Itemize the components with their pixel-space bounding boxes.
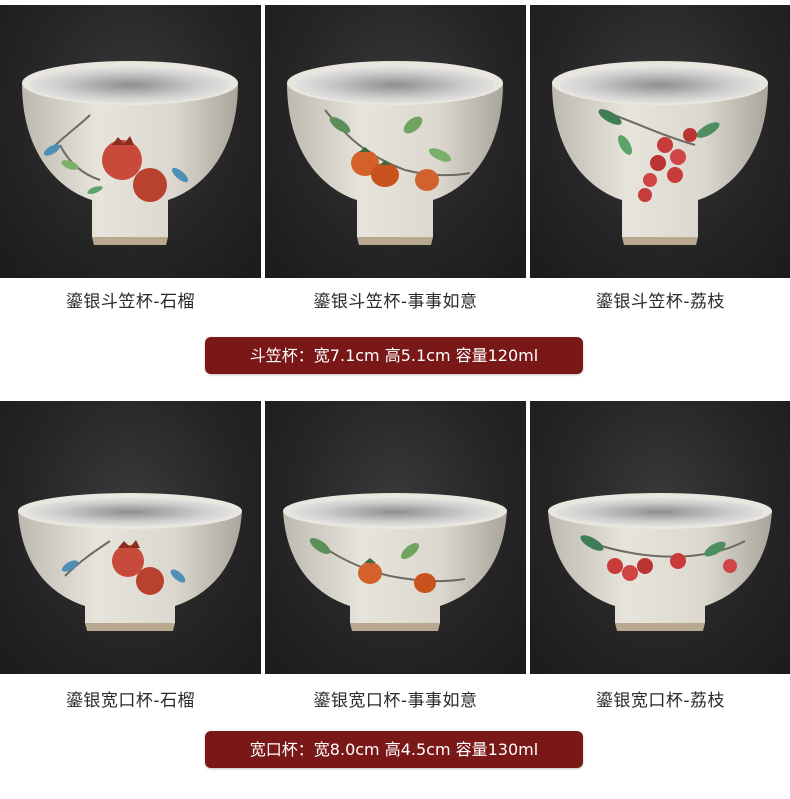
- cup-photo-persimmon-tall: [265, 5, 526, 278]
- cup-photo-lychee-tall: [530, 5, 790, 278]
- product-caption: 鎏银宽口杯-荔枝: [595, 691, 726, 711]
- cup-photo-persimmon-wide: [265, 401, 526, 674]
- product-caption: 鎏银斗笠杯-荔枝: [595, 292, 726, 312]
- product-caption: 鎏银宽口杯-事事如意: [313, 691, 478, 711]
- spec-banner-wide-cup: 宽口杯：宽8.0cm 高4.5cm 容量130ml: [205, 731, 583, 768]
- cup-photo-pomegranate-tall: [0, 5, 261, 278]
- product-caption: 鎏银斗笠杯-事事如意: [313, 292, 478, 312]
- product-caption: 鎏银宽口杯-石榴: [65, 691, 196, 711]
- spec-banner-tall-cup: 斗笠杯：宽7.1cm 高5.1cm 容量120ml: [205, 337, 583, 374]
- cup-photo-lychee-wide: [530, 401, 790, 674]
- product-gallery: 鎏银斗笠杯-石榴 鎏银斗笠杯-事事如意 鎏银斗笠杯-荔枝 斗笠杯：宽7.1cm …: [0, 0, 790, 799]
- cup-photo-pomegranate-wide: [0, 401, 261, 674]
- product-caption: 鎏银斗笠杯-石榴: [65, 292, 196, 312]
